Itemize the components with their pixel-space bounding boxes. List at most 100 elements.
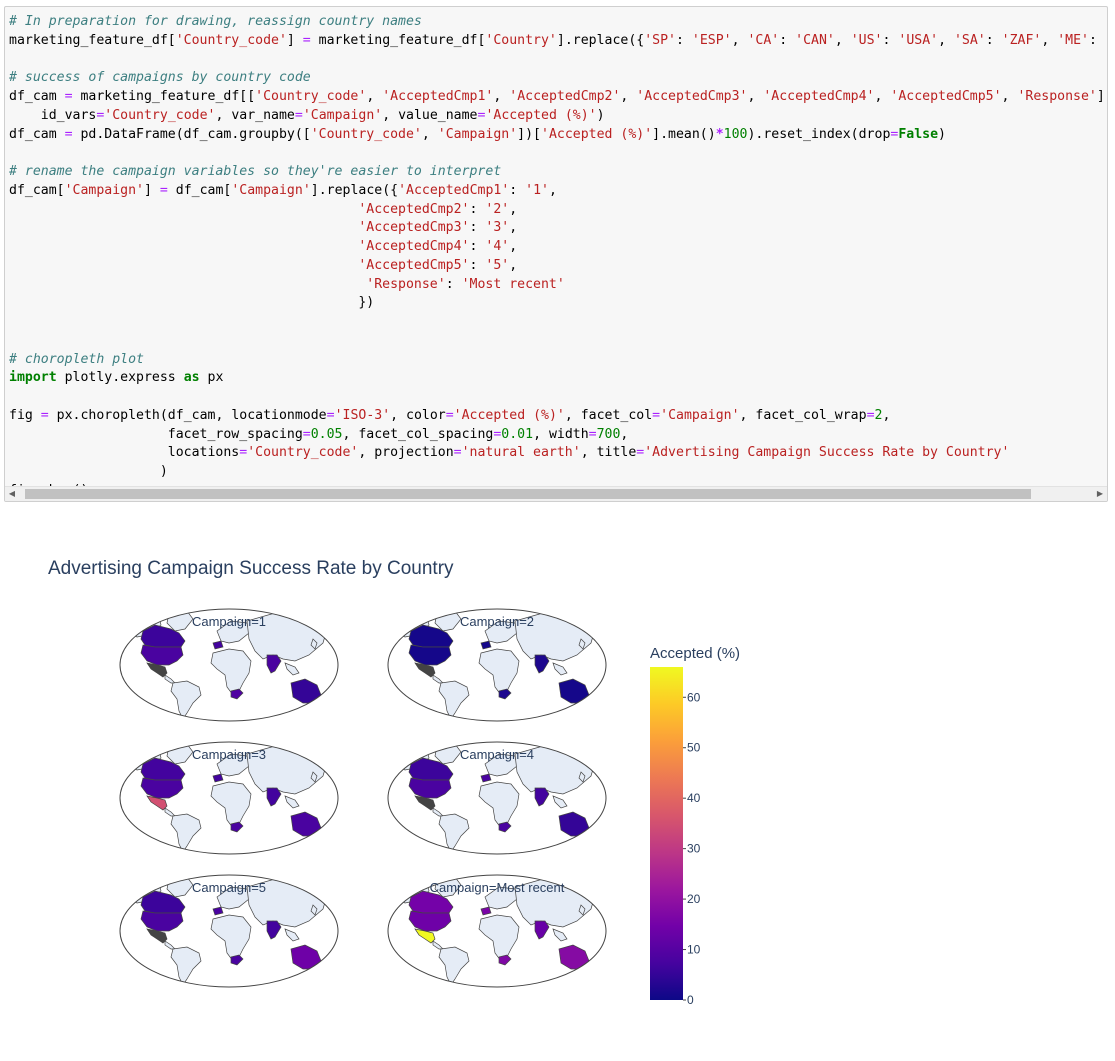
country-shape — [170, 813, 202, 853]
country-esp[interactable] — [212, 640, 224, 650]
colorbar-tick-label: 50 — [687, 741, 701, 755]
country-ind[interactable] — [266, 920, 282, 940]
country-zaf[interactable] — [498, 688, 512, 700]
country-usa[interactable] — [408, 644, 452, 666]
horizontal-scrollbar[interactable]: ◀ ▶ — [5, 486, 1107, 501]
country-shape — [210, 914, 252, 962]
code-token: import — [9, 370, 57, 386]
country-zaf[interactable] — [498, 821, 512, 833]
code-token: '2' — [485, 201, 510, 217]
code-token: 700 — [596, 426, 621, 442]
code-token: = — [453, 445, 462, 461]
code-line: # In preparation for drawing, reassign c… — [9, 13, 1105, 32]
country-aus[interactable] — [558, 678, 590, 704]
code-cell[interactable]: # In preparation for drawing, reassign c… — [4, 6, 1108, 502]
country-shape — [322, 968, 330, 978]
code-token: 'Campaign' — [302, 107, 383, 123]
country-aus[interactable] — [290, 678, 322, 704]
country-shape — [166, 876, 194, 898]
country-esp[interactable] — [212, 773, 224, 783]
code-line: id_vars='Country_code', var_name='Campai… — [9, 107, 1105, 126]
code-token: , facet_col_spacing — [342, 426, 494, 442]
country-aus[interactable] — [558, 811, 590, 837]
code-token: 'AcceptedCmp5' — [358, 257, 470, 273]
code-token: 0.05 — [310, 426, 343, 442]
code-token: = — [652, 407, 661, 423]
code-token: 'AcceptedCmp4' — [358, 239, 470, 254]
country-usa[interactable] — [408, 777, 452, 799]
country-esp[interactable] — [480, 773, 492, 783]
country-shape — [432, 940, 444, 950]
country-aus[interactable] — [290, 811, 322, 837]
code-token: , width — [533, 426, 589, 442]
country-zaf[interactable] — [230, 821, 244, 833]
code-token: '4' — [485, 239, 510, 254]
country-shape — [478, 914, 520, 962]
code-token: : — [469, 220, 486, 236]
country-shape — [322, 702, 330, 712]
code-token: # success of campaigns by country code — [9, 70, 311, 86]
country-ind[interactable] — [534, 654, 550, 674]
scroll-right-icon[interactable]: ▶ — [1093, 487, 1107, 501]
code-token: = — [64, 89, 73, 104]
country-shape — [552, 928, 568, 942]
code-token: 'Response' — [1017, 89, 1097, 104]
code-token: = — [326, 407, 335, 423]
country-usa[interactable] — [140, 777, 184, 799]
country-esp[interactable] — [212, 906, 224, 916]
code-editor[interactable]: # In preparation for drawing, reassign c… — [9, 13, 1105, 501]
code-token: ])[ — [517, 126, 541, 142]
country-aus[interactable] — [290, 944, 322, 970]
country-ind[interactable] — [266, 654, 282, 674]
choropleth-chart[interactable]: Campaign=1 Campaign=2 Campaign=3 Campaign=4… — [0, 520, 1115, 1061]
code-token: , — [366, 89, 383, 104]
country-esp[interactable] — [480, 906, 492, 916]
scrollbar-thumb[interactable] — [25, 489, 1031, 499]
country-shape — [170, 680, 202, 720]
code-token: 'AcceptedCmp1' — [382, 89, 494, 104]
code-token: ) — [596, 107, 605, 123]
country-usa[interactable] — [408, 910, 452, 932]
country-aus[interactable] — [558, 944, 590, 970]
country-ind[interactable] — [534, 787, 550, 807]
code-token: 'Accepted (%)' — [485, 107, 597, 123]
country-shape — [284, 795, 300, 809]
code-token: 'ESP' — [691, 32, 732, 48]
code-token: 'AcceptedCmp4' — [763, 89, 875, 104]
code-token: : — [882, 32, 899, 48]
scroll-left-icon[interactable]: ◀ — [5, 487, 19, 501]
code-token: 'Response' — [366, 276, 446, 292]
country-usa[interactable] — [140, 910, 184, 932]
country-ind[interactable] — [534, 920, 550, 940]
country-shape — [434, 610, 462, 632]
country-zaf[interactable] — [230, 954, 244, 966]
code-token: marketing_feature_df[ — [9, 32, 176, 48]
country-esp[interactable] — [480, 640, 492, 650]
code-token: , — [1001, 89, 1018, 104]
code-line: # rename the campaign variables so they'… — [9, 163, 1105, 182]
code-token: * — [715, 126, 724, 142]
country-shape — [590, 702, 598, 712]
code-token: marketing_feature_df[ — [310, 32, 486, 48]
code-token: 'AcceptedCmp5' — [890, 89, 1002, 104]
code-token: 'AcceptedCmp2' — [358, 201, 470, 217]
code-token: : — [509, 182, 526, 198]
code-token: , facet_col_wrap — [739, 407, 867, 423]
country-zaf[interactable] — [230, 688, 244, 700]
country-ind[interactable] — [266, 787, 282, 807]
code-line: # choropleth plot — [9, 351, 1105, 370]
code-token: 'Campaign' — [231, 182, 311, 198]
country-zaf[interactable] — [498, 954, 512, 966]
code-token: , — [1041, 32, 1058, 48]
code-token: marketing_feature_df[[ — [72, 89, 256, 104]
code-token: 'Accepted (%)' — [541, 126, 653, 142]
country-usa[interactable] — [140, 644, 184, 666]
code-line: df_cam = pd.DataFrame(df_cam.groupby(['C… — [9, 126, 1105, 145]
code-token: = — [64, 126, 73, 142]
colorbar-tick-label: 30 — [687, 842, 701, 856]
code-token: , — [509, 201, 518, 217]
